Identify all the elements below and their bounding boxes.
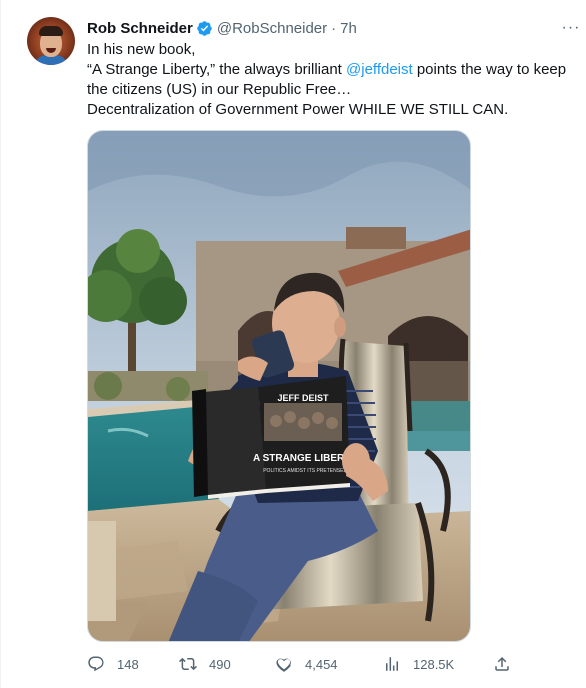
book-subtitle: POLITICS AMIDST ITS PRETENSES	[263, 468, 347, 474]
verified-badge-icon[interactable]	[196, 20, 213, 37]
book-title: A STRANGE LIBERTY	[253, 453, 357, 464]
reply-button[interactable]: 148	[87, 652, 139, 676]
tweet-text-line: “A Strange Liberty,” the always brillian…	[87, 60, 582, 100]
book-author: JEFF DEIST	[277, 393, 329, 403]
share-icon	[495, 656, 509, 671]
views-chart-icon	[386, 657, 398, 671]
retweet-icon	[179, 657, 197, 671]
tweet-actions: 148 490 4,454 128.5K	[87, 652, 517, 676]
avatar[interactable]	[27, 17, 75, 65]
tweet-text: In his new book, “A Strange Liberty,” th…	[87, 40, 582, 120]
book: JEFF DEIST A STRANGE LIBERTY POLITICS AM…	[192, 376, 357, 499]
tweet-text-line: In his new book,	[87, 41, 196, 58]
author-handle[interactable]: @RobSchneider	[217, 20, 327, 37]
author-name[interactable]: Rob Schneider	[87, 20, 193, 37]
reply-icon	[88, 656, 104, 672]
tweet-header: Rob Schneider @RobSchneider · 7h	[87, 18, 357, 38]
photo-illustration: JEFF DEIST A STRANGE LIBERTY POLITICS AM…	[88, 131, 470, 641]
share-button[interactable]	[493, 652, 511, 676]
heart-icon	[276, 658, 291, 672]
views-button[interactable]: 128.5K	[383, 652, 454, 676]
tweet-text-line: Decentralization of Government Power WHI…	[87, 101, 509, 118]
like-count: 4,454	[305, 656, 338, 672]
tweet-timestamp[interactable]: 7h	[340, 20, 357, 37]
reply-count: 148	[117, 656, 139, 672]
more-options-icon[interactable]: ···	[561, 18, 581, 38]
retweet-count: 490	[209, 656, 231, 672]
retweet-button[interactable]: 490	[179, 652, 231, 676]
tweet-card[interactable]: Rob Schneider @RobSchneider · 7h ··· In …	[0, 0, 586, 688]
tweet-text-segment: “A Strange Liberty,” the always brillian…	[87, 61, 347, 78]
mention-link[interactable]: @jeffdeist	[346, 61, 413, 78]
avatar-hair	[39, 26, 63, 36]
views-count: 128.5K	[413, 656, 455, 672]
like-button[interactable]: 4,454	[275, 652, 338, 676]
header-separator: ·	[331, 19, 337, 37]
tweet-photo[interactable]: JEFF DEIST A STRANGE LIBERTY POLITICS AM…	[87, 130, 471, 642]
